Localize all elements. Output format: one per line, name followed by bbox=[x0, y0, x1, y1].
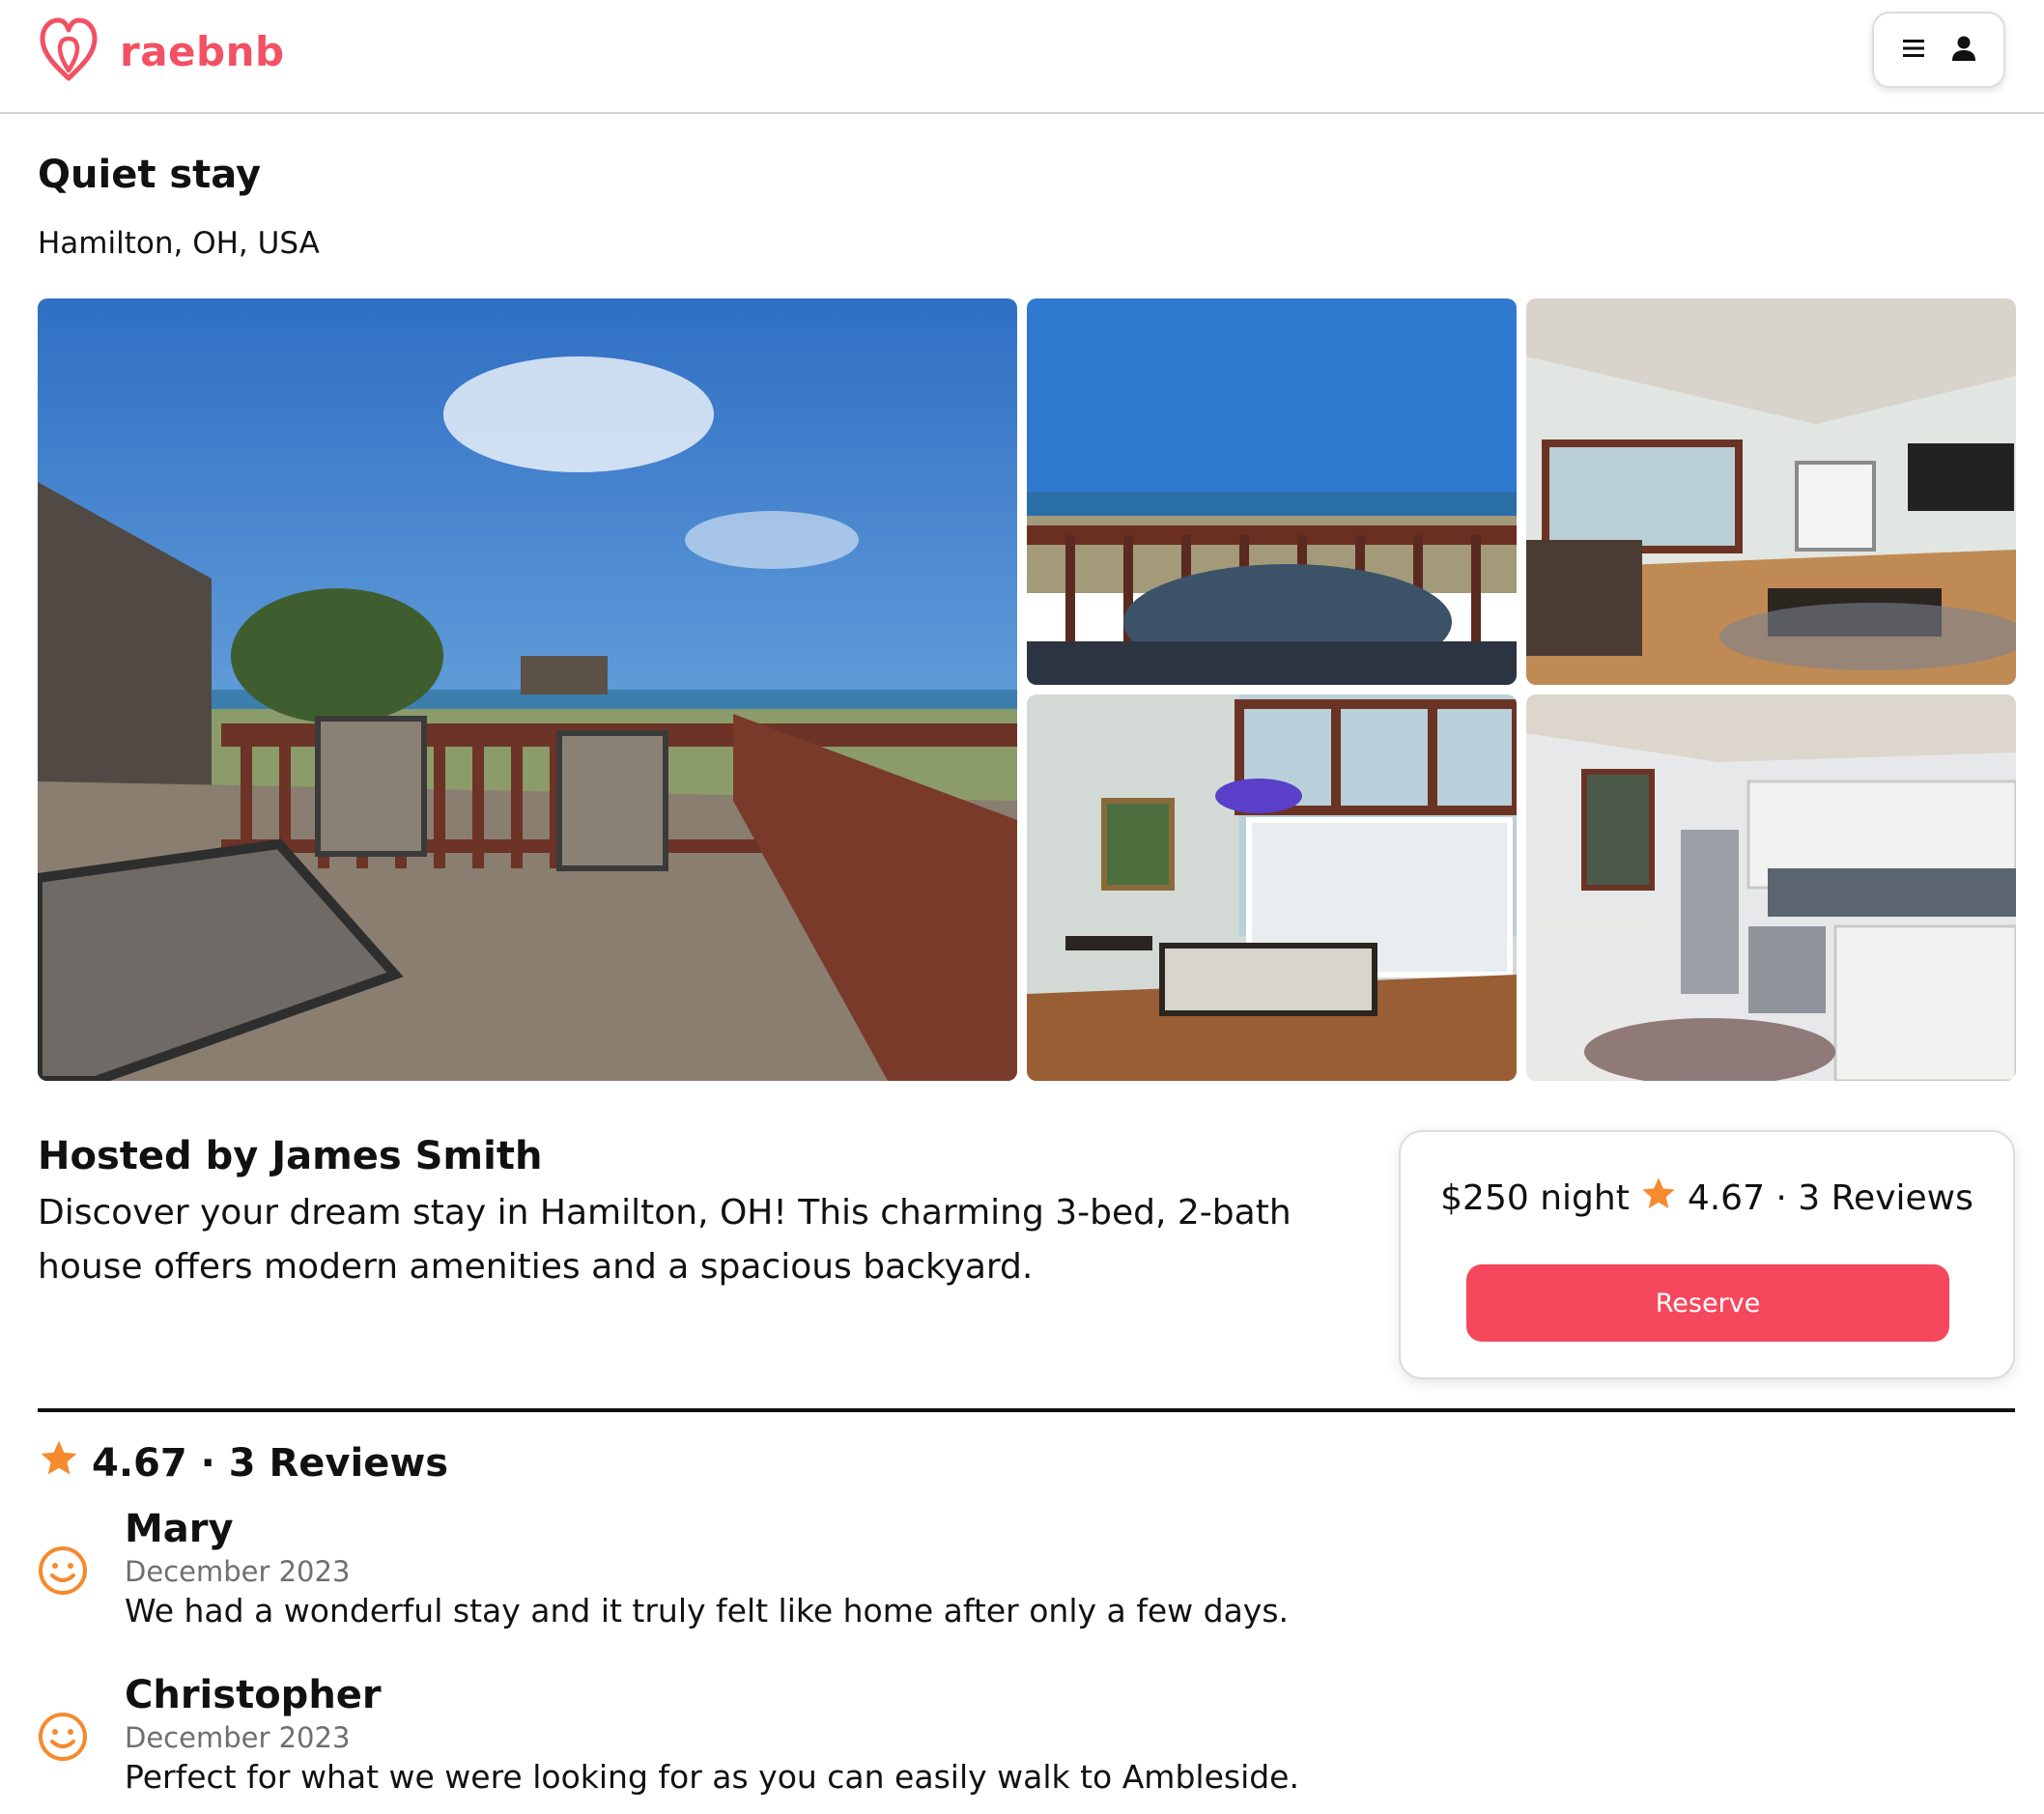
user-icon bbox=[1949, 34, 1978, 67]
listing-title: Quiet stay bbox=[38, 153, 262, 197]
photo-patio-table-ocean[interactable] bbox=[1027, 298, 1517, 685]
hamburger-icon bbox=[1899, 34, 1928, 67]
reviewer-name: Christopher bbox=[125, 1673, 382, 1717]
review-date: December 2023 bbox=[125, 1721, 351, 1754]
smiley-face-icon bbox=[38, 1712, 88, 1762]
reviews-summary: 4.67 · 3 Reviews bbox=[92, 1441, 449, 1486]
host-title: Hosted by James Smith bbox=[38, 1134, 543, 1178]
smiley-face-icon bbox=[38, 1545, 88, 1596]
star-icon bbox=[1639, 1175, 1678, 1222]
reviewer-name: Mary bbox=[125, 1507, 234, 1551]
photo-deck-ocean-view[interactable] bbox=[38, 298, 1017, 1081]
price-rating-line: $250 night 4.67 · 3 Reviews bbox=[1401, 1175, 2013, 1222]
photo-gallery bbox=[38, 298, 2016, 1081]
reviews-heading: 4.67 · 3 Reviews bbox=[38, 1437, 448, 1489]
listing-location: Hamilton, OH, USA bbox=[38, 226, 320, 261]
review-text: We had a wonderful stay and it truly fel… bbox=[125, 1592, 1289, 1630]
brand-logo-link[interactable]: raebnb bbox=[37, 15, 285, 87]
booking-card: $250 night 4.67 · 3 Reviews Reserve bbox=[1399, 1130, 2015, 1379]
listing-description: Discover your dream stay in Hamilton, OH… bbox=[38, 1193, 1292, 1287]
brand-name: raebnb bbox=[120, 27, 285, 75]
reserve-button[interactable]: Reserve bbox=[1466, 1264, 1949, 1342]
star-icon bbox=[38, 1437, 80, 1489]
rating-summary: 4.67 · 3 Reviews bbox=[1687, 1178, 1973, 1218]
raebnb-logo-icon bbox=[37, 14, 100, 88]
section-divider bbox=[38, 1408, 2015, 1412]
review-date: December 2023 bbox=[125, 1555, 351, 1588]
photo-kitchen[interactable] bbox=[1526, 694, 2016, 1081]
photo-living-room[interactable] bbox=[1526, 298, 2016, 685]
top-navigation-bar: raebnb bbox=[0, 0, 2044, 114]
user-menu-button[interactable] bbox=[1872, 12, 2005, 88]
review-text: Perfect for what we were looking for as … bbox=[125, 1758, 1299, 1796]
photo-dining-room[interactable] bbox=[1027, 694, 1517, 1081]
nightly-price: $250 night bbox=[1440, 1178, 1630, 1218]
